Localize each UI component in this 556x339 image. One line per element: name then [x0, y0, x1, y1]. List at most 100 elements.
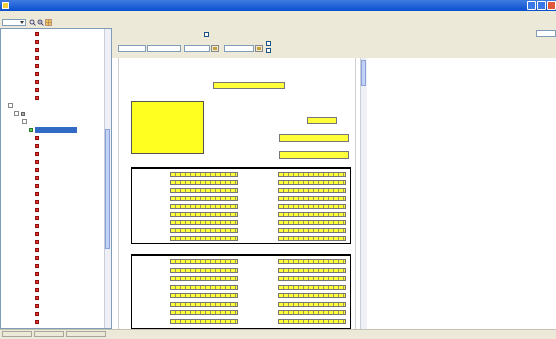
browse-button[interactable]: [211, 45, 219, 52]
form-amount-field[interactable]: [170, 180, 238, 185]
form-amount-field[interactable]: [278, 276, 346, 281]
form-amount-field[interactable]: [278, 180, 346, 185]
tree-item[interactable]: [1, 310, 105, 318]
tree-item[interactable]: [1, 294, 105, 302]
tree-item[interactable]: [1, 150, 105, 158]
zoom-out-icon[interactable]: [37, 19, 44, 26]
background-browse-button[interactable]: [255, 45, 263, 52]
tree-item[interactable]: [1, 158, 105, 166]
tree-item[interactable]: [1, 318, 105, 326]
tree-item[interactable]: [1, 254, 105, 262]
form-amount-field[interactable]: [170, 204, 238, 209]
tree-item[interactable]: [1, 238, 105, 246]
expander-icon[interactable]: [14, 111, 19, 116]
zoom-combo[interactable]: [2, 19, 26, 26]
dropout-checkbox[interactable]: [266, 48, 271, 53]
tree-item[interactable]: [1, 246, 105, 254]
tree-item[interactable]: [1, 102, 105, 110]
submission-field[interactable]: [279, 151, 349, 159]
tree-item[interactable]: [1, 166, 105, 174]
tree-item[interactable]: [1, 190, 105, 198]
form-amount-field[interactable]: [170, 284, 238, 290]
form-amount-field[interactable]: [278, 220, 346, 225]
close-button[interactable]: [547, 1, 556, 10]
form-amount-field[interactable]: [170, 172, 238, 177]
form-amount-field[interactable]: [170, 310, 238, 315]
form-amount-field[interactable]: [278, 259, 346, 264]
form-amount-field[interactable]: [170, 276, 238, 281]
tree-item[interactable]: [1, 46, 105, 54]
tree-item[interactable]: [1, 126, 105, 134]
maximize-button[interactable]: [537, 1, 546, 10]
minimize-button[interactable]: [527, 1, 536, 10]
tree-item[interactable]: [1, 198, 105, 206]
tree-item[interactable]: [1, 118, 105, 126]
menu-view[interactable]: [18, 12, 26, 17]
tree-item[interactable]: [1, 94, 105, 102]
form-amount-field[interactable]: [278, 196, 346, 201]
form-amount-field[interactable]: [278, 318, 346, 324]
tree-item[interactable]: [1, 174, 105, 182]
tree-item[interactable]: [1, 30, 105, 38]
form-amount-field[interactable]: [278, 284, 346, 290]
form-amount-field[interactable]: [170, 212, 238, 217]
form-amount-field[interactable]: [170, 220, 238, 225]
form-amount-field[interactable]: [278, 188, 346, 193]
form-amount-field[interactable]: [278, 228, 346, 233]
form-amount-field[interactable]: [170, 267, 238, 273]
menu-help[interactable]: [46, 12, 54, 17]
tax-number-field[interactable]: [279, 134, 349, 142]
tree-item[interactable]: [1, 230, 105, 238]
expander-icon[interactable]: [8, 103, 13, 108]
tree-item[interactable]: [1, 222, 105, 230]
tree-item[interactable]: [1, 86, 105, 94]
tree-item[interactable]: [1, 270, 105, 278]
tree-item[interactable]: [1, 286, 105, 294]
tree-item[interactable]: [1, 54, 105, 62]
form-amount-field[interactable]: [278, 301, 346, 307]
name-field[interactable]: [118, 45, 146, 52]
tree-item[interactable]: [1, 134, 105, 142]
form-amount-field[interactable]: [170, 318, 238, 324]
form-amount-field[interactable]: [278, 212, 346, 217]
form-amount-field[interactable]: [278, 310, 346, 315]
menu-file[interactable]: [2, 12, 8, 17]
tree-item[interactable]: [1, 78, 105, 86]
tree-item[interactable]: [1, 278, 105, 286]
image-file-field[interactable]: [147, 45, 181, 52]
tree-item[interactable]: [1, 62, 105, 70]
zoom-in-icon[interactable]: [29, 19, 36, 26]
form-amount-field[interactable]: [170, 228, 238, 233]
canvas-scroll-thumb[interactable]: [361, 60, 366, 86]
form-amount-field[interactable]: [170, 301, 238, 307]
tree-item[interactable]: [1, 38, 105, 46]
form-amount-field[interactable]: [170, 293, 238, 298]
form-code-field[interactable]: [307, 117, 337, 124]
menu-edit[interactable]: [10, 12, 16, 17]
tree-item[interactable]: [1, 142, 105, 150]
tree-item[interactable]: [1, 214, 105, 222]
expander-icon[interactable]: [22, 119, 27, 124]
right-side-field[interactable]: [536, 30, 556, 37]
image-enhancement-field[interactable]: [184, 45, 210, 52]
period-field[interactable]: [213, 82, 285, 89]
form-page[interactable]: [118, 58, 356, 329]
canvas-scrollbar[interactable]: [360, 58, 367, 329]
form-amount-field[interactable]: [278, 172, 346, 177]
background-field[interactable]: [224, 45, 254, 52]
form-amount-field[interactable]: [278, 236, 346, 241]
menu-tools[interactable]: [36, 12, 44, 17]
form-amount-field[interactable]: [170, 196, 238, 201]
tree-item[interactable]: [1, 262, 105, 270]
form-amount-field[interactable]: [278, 204, 346, 209]
do-not-match-checkbox[interactable]: [266, 41, 271, 46]
grid-icon[interactable]: [45, 19, 52, 26]
tree-scrollbar[interactable]: [104, 29, 111, 328]
template-tree[interactable]: [0, 28, 112, 329]
allow-overlap-checkbox[interactable]: [204, 32, 209, 37]
taxpayer-address-field[interactable]: [131, 101, 204, 154]
menu-job[interactable]: [28, 12, 34, 17]
form-amount-field[interactable]: [170, 259, 238, 264]
tree-item[interactable]: [1, 182, 105, 190]
tree-item[interactable]: [1, 110, 105, 118]
